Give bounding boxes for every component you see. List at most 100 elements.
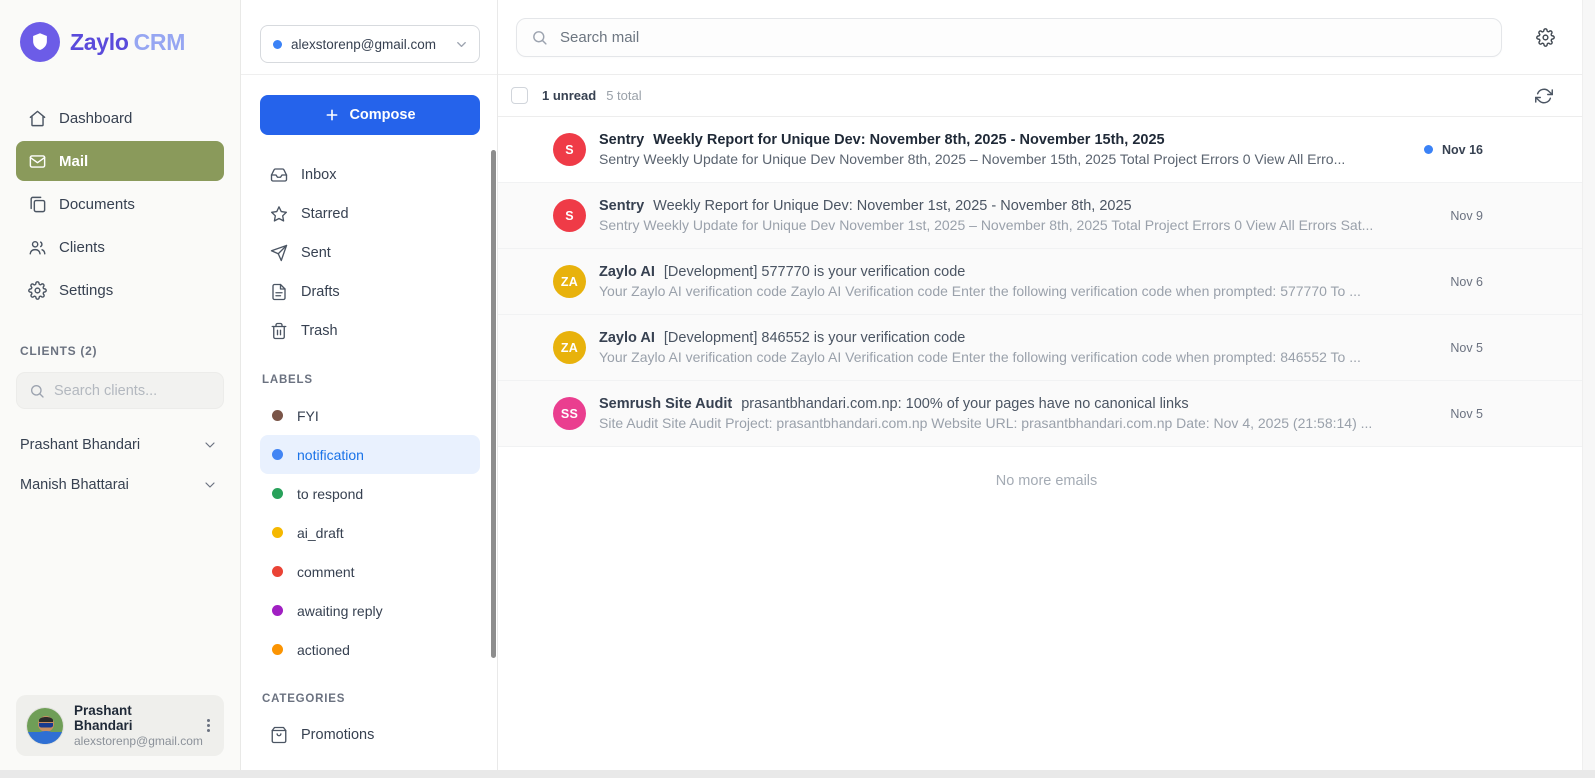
email-meta: Nov 5 (1450, 341, 1483, 355)
client-row[interactable]: Manish Bhattarai (16, 465, 224, 505)
email-subject: prasantbhandari.com.np: 100% of your pag… (741, 396, 1189, 412)
avatar (26, 706, 64, 745)
label-color-dot (272, 605, 283, 616)
email-subject: Weekly Report for Unique Dev: November 1… (653, 198, 1132, 214)
label-name: actioned (297, 641, 350, 658)
email-subject: [Development] 577770 is your verificatio… (663, 264, 966, 280)
brand-name: Zaylo CRM (70, 29, 185, 56)
gear-icon (1536, 27, 1555, 47)
sidebar-item-settings[interactable]: Settings (16, 270, 224, 310)
sidebar-item-label: Mail (59, 152, 89, 170)
email-snippet: Sentry Weekly Update for Unique Dev Nove… (599, 151, 1346, 167)
email-snippet: Your Zaylo AI verification code Zaylo AI… (599, 349, 1361, 365)
email-sender: Zaylo AI (599, 330, 655, 346)
mail-search-input[interactable] (560, 28, 1487, 46)
label-name: awaiting reply (297, 602, 383, 619)
draft-icon (270, 283, 288, 301)
categories-section-header: CATEGORIES (262, 693, 346, 705)
email-date: Nov 16 (1442, 142, 1483, 157)
inbox-icon (270, 166, 288, 184)
label-item-comment[interactable]: comment (260, 552, 480, 591)
email-sender: Zaylo AI (599, 264, 655, 280)
email-row[interactable]: ZA Zaylo AI [Development] 846552 is your… (498, 315, 1595, 381)
label-item-FYI[interactable]: FYI (260, 396, 480, 435)
email-row[interactable]: S Sentry Weekly Report for Unique Dev: N… (498, 183, 1595, 249)
label-item-ai_draft[interactable]: ai_draft (260, 513, 480, 552)
refresh-icon (1535, 88, 1553, 103)
folder-label: Drafts (301, 283, 340, 300)
page-horizontal-scrollbar[interactable] (0, 770, 1595, 778)
folder-label: Sent (301, 244, 331, 261)
sender-avatar: S (553, 199, 586, 232)
category-list: Promotions (260, 715, 480, 754)
email-date: Nov 5 (1450, 340, 1483, 355)
mail-search (516, 17, 1502, 57)
unread-dot (1424, 145, 1433, 154)
email-row[interactable]: ZA Zaylo AI [Development] 577770 is your… (498, 249, 1595, 315)
search-icon (31, 384, 44, 398)
clients-search (16, 372, 224, 409)
profile-name: Prashant Bhandari (74, 703, 133, 733)
label-color-dot (272, 410, 283, 421)
label-color-dot (272, 644, 283, 655)
folder-label: Starred (301, 205, 349, 222)
account-selector[interactable]: alexstorenp@gmail.com (260, 25, 480, 63)
sender-avatar: S (553, 133, 586, 166)
client-list: Prashant Bhandari Manish Bhattarai (16, 425, 224, 505)
folder-label: Trash (301, 322, 338, 339)
select-all-checkbox[interactable] (511, 87, 528, 104)
main-nav: Dashboard Mail Documents Clients Setting… (16, 98, 224, 310)
folder-item-trash[interactable]: Trash (260, 311, 480, 350)
profile-menu-icon[interactable] (201, 715, 216, 736)
app-window: Zaylo CRM Dashboard Mail Documents Client… (0, 0, 1595, 770)
folder-column-scrollbar[interactable] (491, 150, 496, 658)
sidebar-item-documents[interactable]: Documents (16, 184, 224, 224)
label-name: ai_draft (297, 524, 344, 541)
sidebar-item-dashboard[interactable]: Dashboard (16, 98, 224, 138)
label-item-actioned[interactable]: actioned (260, 630, 480, 669)
email-date: Nov 5 (1450, 406, 1483, 421)
mail-icon (28, 152, 47, 171)
brand: Zaylo CRM (16, 22, 224, 62)
user-profile-card[interactable]: Prashant Bhandari alexstorenp@gmail.com (16, 695, 224, 756)
email-meta: Nov 16 (1424, 143, 1483, 157)
label-item-awaiting-reply[interactable]: awaiting reply (260, 591, 480, 630)
label-color-dot (272, 527, 283, 538)
compose-button[interactable]: Compose (260, 95, 480, 135)
documents-icon (28, 195, 47, 214)
send-icon (270, 244, 288, 262)
folder-item-starred[interactable]: Starred (260, 194, 480, 233)
total-count: 5 total (606, 88, 642, 103)
brand-name-secondary: CRM (133, 28, 186, 55)
sidebar-item-label: Dashboard (59, 109, 133, 127)
label-item-to-respond[interactable]: to respond (260, 474, 480, 513)
mail-folder-column: alexstorenp@gmail.com Compose Inbox Star… (241, 0, 498, 770)
label-name: to respond (297, 485, 364, 502)
folder-item-inbox[interactable]: Inbox (260, 155, 480, 194)
label-item-notification[interactable]: notification (260, 435, 480, 474)
profile-meta: Prashant Bhandari alexstorenp@gmail.com (74, 703, 203, 748)
mail-settings-button[interactable] (1532, 24, 1559, 51)
folder-item-drafts[interactable]: Drafts (260, 272, 480, 311)
email-sender: Semrush Site Audit (599, 396, 733, 412)
email-body: Sentry Weekly Report for Unique Dev: Nov… (599, 198, 1437, 233)
promotions-icon (270, 726, 288, 744)
refresh-button[interactable] (1531, 83, 1557, 109)
mail-toolbar: 1 unread 5 total (498, 75, 1595, 117)
category-item-promotions[interactable]: Promotions (260, 715, 480, 754)
sidebar-item-clients[interactable]: Clients (16, 227, 224, 267)
email-sender: Sentry (599, 132, 645, 148)
sidebar-item-label: Settings (59, 281, 114, 299)
email-row[interactable]: SS Semrush Site Audit prasantbhandari.co… (498, 381, 1595, 447)
sidebar-item-mail[interactable]: Mail (16, 141, 224, 181)
category-label: Promotions (301, 726, 375, 743)
client-row[interactable]: Prashant Bhandari (16, 425, 224, 465)
folder-scroll-area: Inbox Starred Sent Drafts Trash LABELS F… (241, 151, 497, 770)
sidebar-item-label: Clients (59, 238, 105, 256)
clients-search-input[interactable] (54, 382, 211, 399)
page-vertical-scrollbar[interactable] (1582, 0, 1595, 770)
clients-section-header: CLIENTS (2) (20, 344, 98, 358)
folder-list: Inbox Starred Sent Drafts Trash (260, 155, 480, 350)
email-row[interactable]: S Sentry Weekly Report for Unique Dev: N… (498, 117, 1595, 183)
folder-item-sent[interactable]: Sent (260, 233, 480, 272)
